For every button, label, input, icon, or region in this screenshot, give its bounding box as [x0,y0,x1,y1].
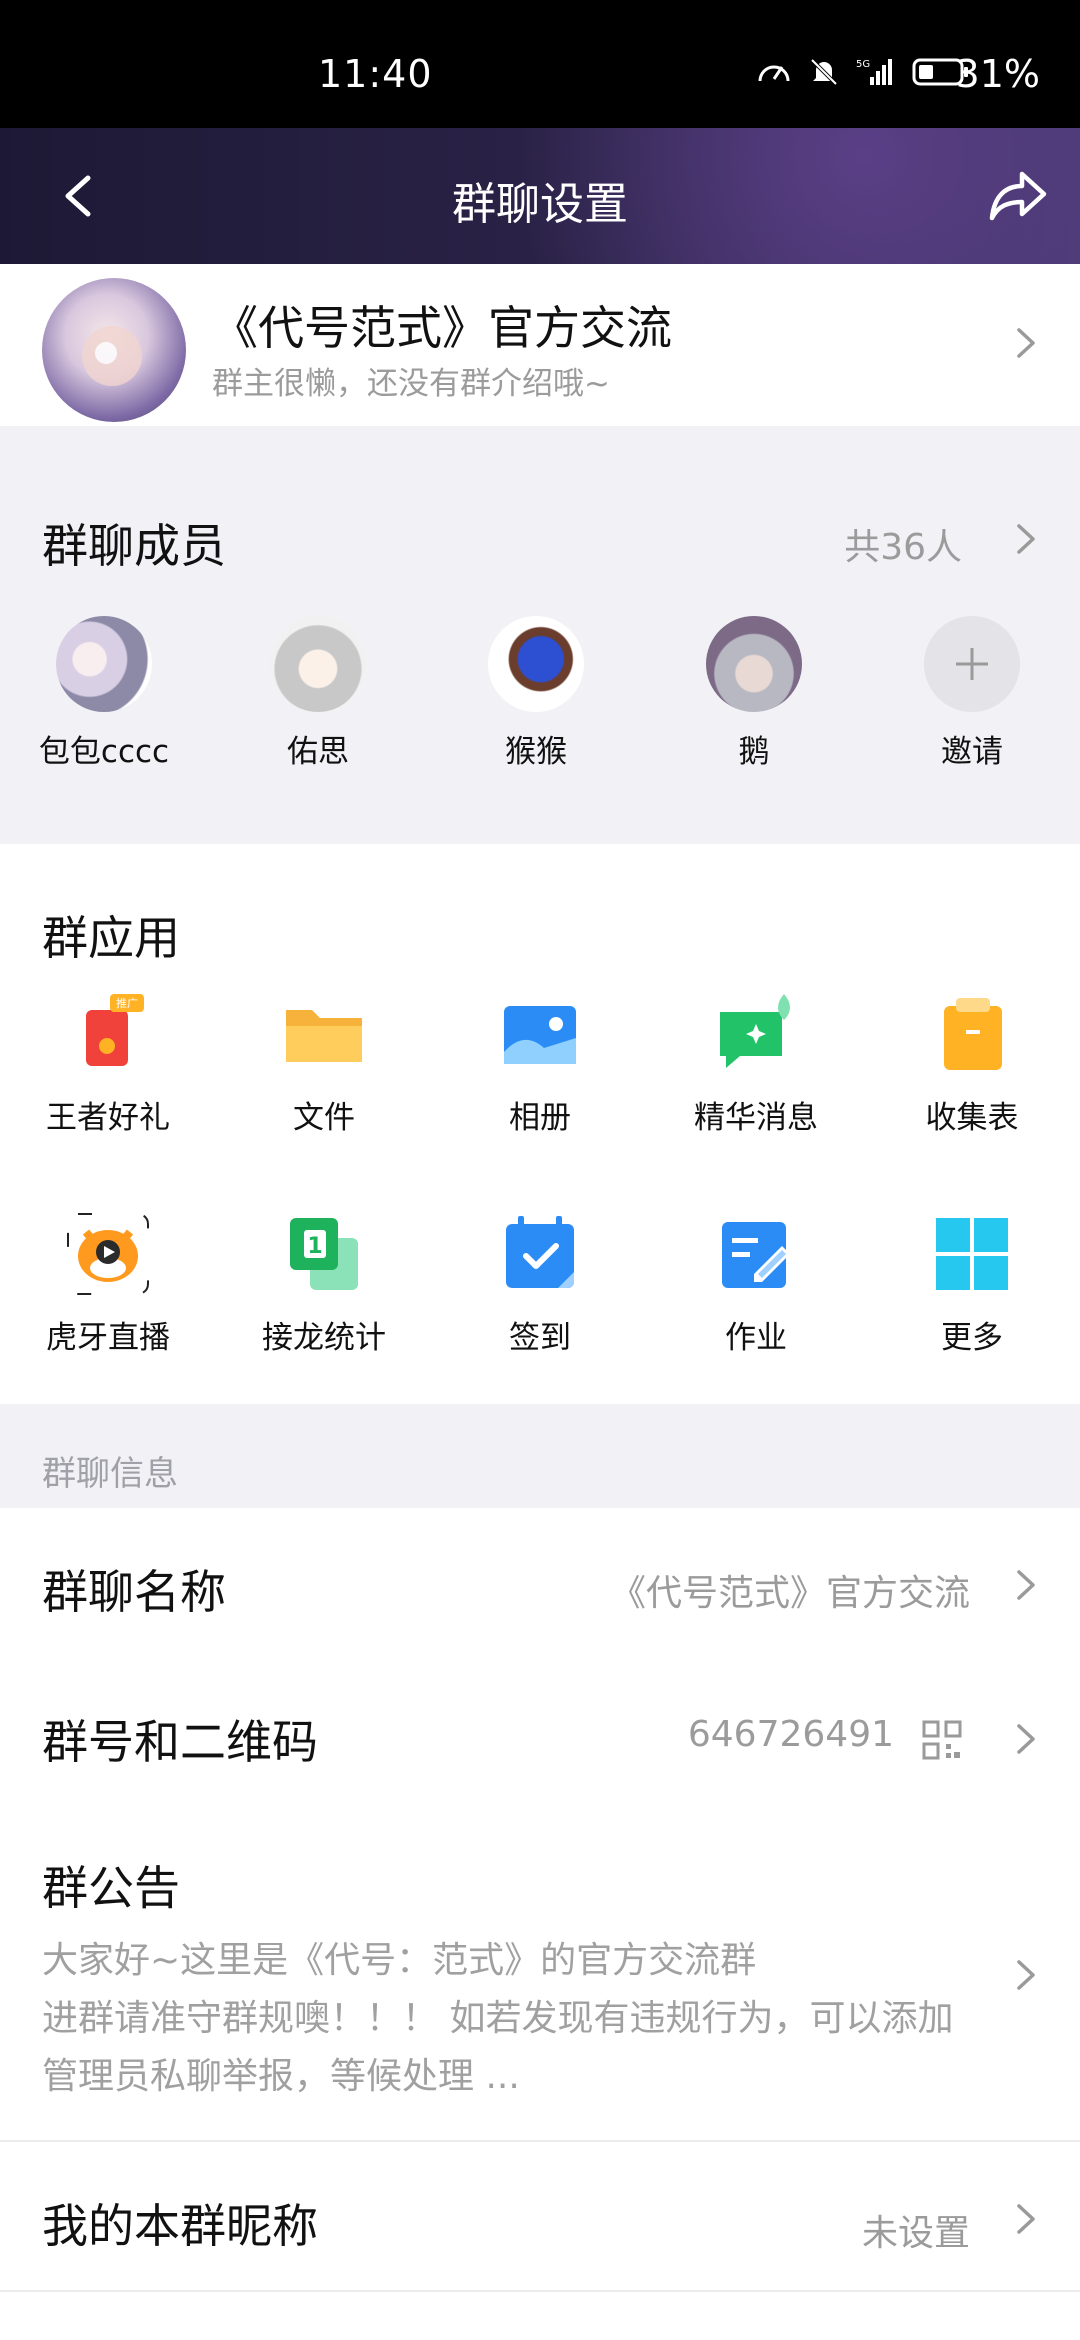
app-label: 精华消息 [694,1100,818,1136]
group-description: 群主很懒，还没有群介绍哦~ [212,366,610,402]
notice-label: 群公告 [42,1861,180,1915]
nav-bar: 群聊设置 [0,128,1080,264]
more-grid-icon [930,1212,1014,1296]
album-icon [498,992,582,1076]
app-label: 王者好礼 [46,1100,170,1136]
app-label: 虎牙直播 [46,1320,170,1356]
status-bar: 11:40 5G 31% [0,0,1080,128]
notice-line: 管理员私聊举报，等候处理 ... [42,2056,520,2097]
clipboard-icon [930,992,1014,1076]
app-files[interactable]: 文件 [216,992,432,1137]
group-apps-section: 群应用 推广 王者好礼 文件 相册 精华消息 收集表 虎牙直播 1 接龙统计 签… [0,844,1080,1404]
bottom-spacer [0,2292,1080,2340]
member-avatar [270,616,366,712]
essence-message-icon [714,992,798,1076]
mute-bell-icon [810,58,838,86]
members-section: 群聊成员 共36人 包包cccc 佑思 猴猴 鹅 邀请 [0,426,1080,844]
group-profile-row[interactable]: 《代号范式》官方交流 群主很懒，还没有群介绍哦~ [0,264,1080,426]
chevron-right-icon[interactable] [1014,522,1038,556]
checkin-calendar-icon [498,1212,582,1296]
app-more[interactable]: 更多 [864,1212,1080,1357]
plus-icon [924,616,1020,712]
nickname-value: 未设置 [861,2213,970,2254]
member-name: 猴猴 [505,734,567,770]
app-homework[interactable]: 作业 [648,1212,864,1357]
members-count[interactable]: 共36人 [844,518,962,570]
group-info-header: 群聊信息 [0,1404,1080,1508]
member-avatar [488,616,584,712]
group-name-value: 《代号范式》官方交流 [609,1573,970,1614]
chevron-right-icon [1017,1724,1035,1754]
member-name: 包包cccc [38,734,170,770]
gift-icon: 推广 [66,992,150,1076]
chevron-right-icon [1017,1570,1035,1600]
group-notice-row[interactable]: 群公告 大家好~这里是《代号：范式》的官方交流群 进群请准守群规噢！！！ 如若发… [0,1808,1080,2142]
app-label: 作业 [725,1320,787,1356]
apps-label: 群应用 [42,911,180,965]
app-label: 文件 [293,1100,355,1136]
notice-line: 大家好~这里是《代号：范式》的官方交流群 [42,1940,757,1981]
app-label: 更多 [941,1320,1003,1356]
group-name-row[interactable]: 群聊名称 《代号范式》官方交流 [0,1508,1080,1660]
group-number-row[interactable]: 群号和二维码 646726491 [0,1658,1080,1810]
invite-label: 邀请 [941,734,1003,770]
folder-icon [282,992,366,1076]
share-icon[interactable] [988,168,1050,224]
notice-text: 大家好~这里是《代号：范式》的官方交流群 进群请准守群规噢！！！ 如若发现有违规… [42,1932,1002,2106]
svg-text:5G: 5G [856,59,870,70]
invite-button[interactable]: 邀请 [872,616,1072,771]
promo-badge: 推广 [116,996,138,1010]
app-album[interactable]: 相册 [432,992,648,1137]
notice-line: 进群请准守群规噢！！！ 如若发现有违规行为，可以添加 [42,1998,954,2039]
member-item[interactable]: 猴猴 [436,616,636,771]
app-essence-messages[interactable]: 精华消息 [648,992,864,1137]
app-label: 签到 [509,1320,571,1356]
member-item[interactable]: 包包cccc [4,616,204,771]
app-huya-live[interactable]: 虎牙直播 [0,1212,216,1357]
homework-icon [714,1212,798,1296]
group-number-label: 群号和二维码 [42,1715,318,1769]
member-item[interactable]: 佑思 [218,616,418,771]
status-icons: 5G [756,56,970,88]
chevron-right-icon [1017,328,1035,358]
app-solitaire-stats[interactable]: 1 接龙统计 [216,1212,432,1357]
speed-icon [758,65,790,82]
chevron-right-icon [1017,1960,1035,1990]
member-name: 佑思 [287,734,349,770]
group-info-label: 群聊信息 [42,1454,178,1494]
member-item[interactable]: 鹅 [654,616,854,771]
nickname-label: 我的本群昵称 [42,2199,318,2253]
group-name: 《代号范式》官方交流 [212,301,672,355]
member-name: 鹅 [738,734,770,770]
my-nickname-row[interactable]: 我的本群昵称 未设置 [0,2142,1080,2292]
page-title: 群聊设置 [452,179,628,230]
svg-text:1: 1 [307,1234,322,1259]
status-time: 11:40 [318,52,433,96]
qr-code-icon[interactable] [922,1720,962,1760]
app-label: 收集表 [925,1100,1019,1136]
battery-percent: 31% [955,52,1040,96]
members-label: 群聊成员 [42,519,226,573]
group-number-value: 646726491 [687,1714,894,1755]
app-collection-form[interactable]: 收集表 [864,992,1080,1137]
app-label: 接龙统计 [262,1320,386,1356]
group-avatar [42,278,186,422]
chevron-right-icon [1017,2204,1035,2234]
huya-live-icon [66,1212,150,1296]
app-checkin[interactable]: 签到 [432,1212,648,1357]
group-name-label: 群聊名称 [42,1565,226,1619]
app-label: 相册 [509,1100,571,1136]
member-avatar [56,616,152,712]
signal-icon: 5G [856,59,892,85]
member-avatar [706,616,802,712]
app-wangzhe-gift[interactable]: 推广 王者好礼 [0,992,216,1137]
solitaire-icon: 1 [282,1212,366,1296]
